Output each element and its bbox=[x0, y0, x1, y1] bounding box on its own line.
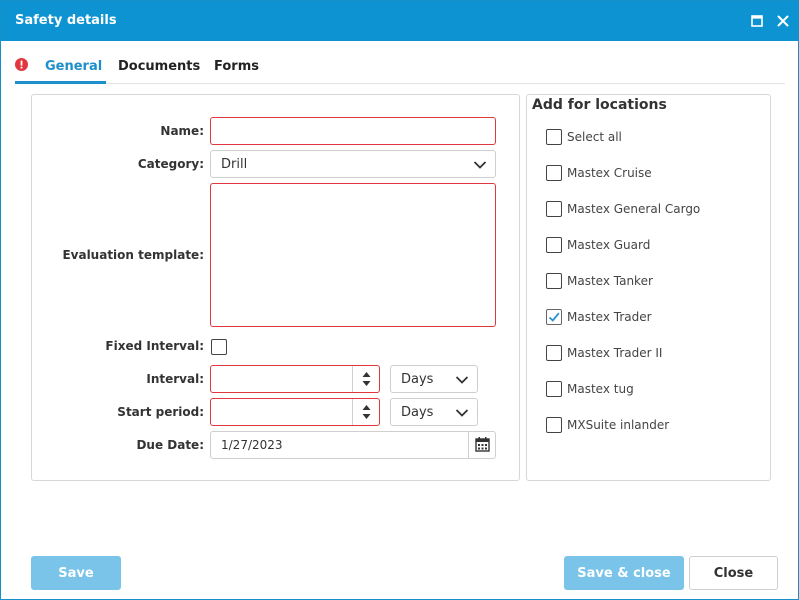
location-checkbox[interactable] bbox=[546, 417, 562, 433]
tab-bar: General Documents Forms bbox=[15, 53, 785, 84]
location-checkbox[interactable] bbox=[546, 345, 562, 361]
evaluation-template-field bbox=[210, 183, 496, 327]
spinner-arrows-icon bbox=[362, 405, 371, 419]
spinner-arrows-icon bbox=[362, 372, 371, 386]
maximize-icon bbox=[751, 15, 763, 27]
location-checkbox[interactable] bbox=[546, 381, 562, 397]
location-label: Mastex Trader bbox=[567, 310, 652, 324]
location-label: Mastex Tanker bbox=[567, 274, 653, 288]
locations-title: Add for locations bbox=[532, 97, 667, 113]
fixed-interval-label: Fixed Interval: bbox=[105, 339, 204, 353]
name-input[interactable] bbox=[211, 118, 495, 144]
interval-input[interactable] bbox=[211, 366, 351, 392]
interval-numeric-field bbox=[210, 365, 380, 393]
close-icon bbox=[777, 15, 789, 27]
location-label: Select all bbox=[567, 130, 622, 144]
name-field bbox=[210, 117, 496, 145]
calendar-icon bbox=[475, 437, 490, 452]
chevron-down-icon bbox=[473, 161, 487, 169]
start-period-unit-select[interactable]: Days bbox=[390, 398, 478, 426]
name-label: Name: bbox=[160, 124, 204, 138]
location-label: Mastex Trader II bbox=[567, 346, 663, 360]
start-period-spinner[interactable] bbox=[352, 399, 379, 425]
location-checkbox-checked[interactable] bbox=[546, 309, 562, 325]
maximize-button[interactable] bbox=[748, 12, 766, 30]
save-and-close-button[interactable]: Save & close bbox=[564, 556, 684, 590]
tab-documents-label: Documents bbox=[118, 59, 201, 74]
due-date-field bbox=[210, 431, 496, 459]
location-label: Mastex tug bbox=[567, 382, 634, 396]
close-window-button[interactable] bbox=[774, 12, 792, 30]
evaluation-template-label: Evaluation template: bbox=[62, 248, 204, 262]
location-label: Mastex General Cargo bbox=[567, 202, 701, 216]
general-form-panel: Name: Category: Drill Evaluation templat… bbox=[31, 94, 520, 481]
checkmark-icon bbox=[548, 312, 560, 322]
location-checkbox[interactable] bbox=[546, 129, 562, 145]
location-label: Mastex Cruise bbox=[567, 166, 652, 180]
locations-panel: Add for locations Select all Mastex Crui… bbox=[526, 94, 771, 481]
window-title: Safety details bbox=[15, 13, 117, 28]
tab-general[interactable]: General bbox=[15, 53, 106, 84]
interval-spinner[interactable] bbox=[352, 366, 379, 392]
interval-unit-value: Days bbox=[401, 372, 434, 387]
start-period-input[interactable] bbox=[211, 399, 351, 425]
tab-general-label: General bbox=[45, 59, 103, 74]
category-label: Category: bbox=[137, 157, 204, 171]
evaluation-template-textarea[interactable] bbox=[211, 184, 495, 326]
category-value: Drill bbox=[221, 157, 248, 172]
interval-unit-select[interactable]: Days bbox=[390, 365, 478, 393]
interval-label: Interval: bbox=[146, 372, 204, 386]
start-period-numeric-field bbox=[210, 398, 380, 426]
due-date-label: Due Date: bbox=[136, 438, 204, 452]
location-checkbox[interactable] bbox=[546, 273, 562, 289]
location-checkbox[interactable] bbox=[546, 201, 562, 217]
safety-details-dialog: Safety details General Documents Forms N… bbox=[0, 0, 799, 600]
error-icon bbox=[15, 58, 28, 71]
location-checkbox[interactable] bbox=[546, 237, 562, 253]
date-picker-button[interactable] bbox=[468, 432, 495, 458]
start-period-label: Start period: bbox=[117, 405, 204, 419]
save-button[interactable]: Save bbox=[31, 556, 121, 590]
chevron-down-icon bbox=[455, 409, 469, 417]
tab-documents[interactable]: Documents bbox=[118, 53, 200, 84]
tab-forms[interactable]: Forms bbox=[214, 53, 259, 84]
location-checkbox[interactable] bbox=[546, 165, 562, 181]
location-label: Mastex Guard bbox=[567, 238, 651, 252]
start-period-unit-value: Days bbox=[401, 405, 434, 420]
category-select[interactable]: Drill bbox=[210, 150, 496, 178]
chevron-down-icon bbox=[455, 376, 469, 384]
fixed-interval-checkbox[interactable] bbox=[211, 339, 227, 355]
due-date-input[interactable] bbox=[211, 432, 467, 458]
location-label: MXSuite inlander bbox=[567, 418, 670, 432]
title-bar: Safety details bbox=[1, 1, 798, 41]
tab-forms-label: Forms bbox=[214, 59, 259, 74]
close-button[interactable]: Close bbox=[689, 556, 778, 590]
